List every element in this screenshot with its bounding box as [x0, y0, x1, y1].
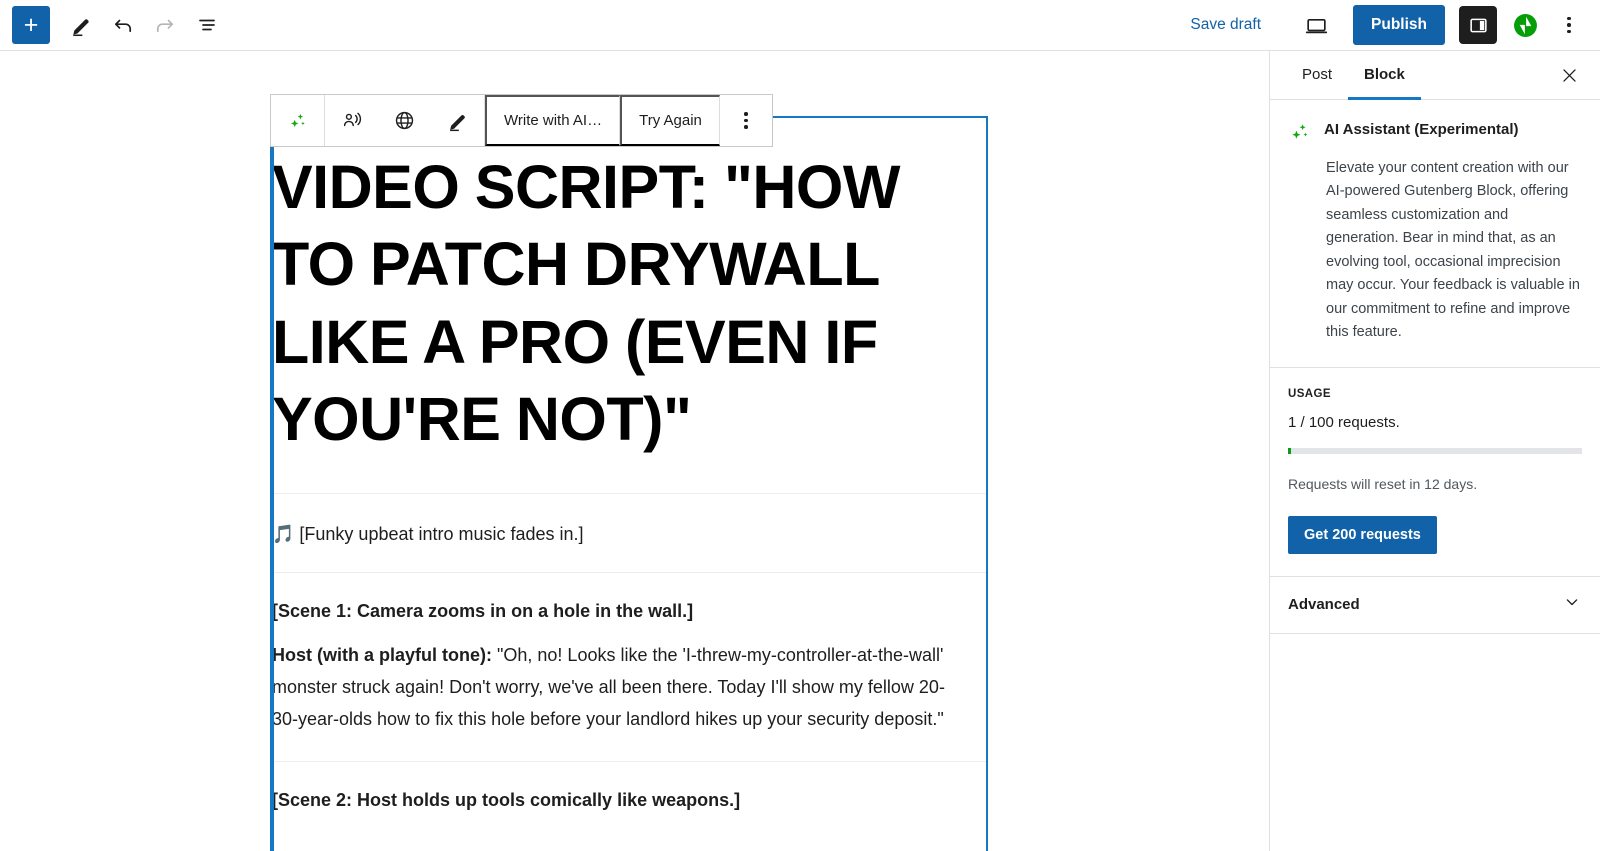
tools-pencil-icon[interactable]	[60, 5, 102, 45]
ai-assistant-header: AI Assistant (Experimental)	[1288, 120, 1582, 149]
list-view-icon[interactable]	[186, 5, 228, 45]
usage-panel: USAGE 1 / 100 requests. Requests will re…	[1270, 368, 1600, 577]
get-requests-button[interactable]: Get 200 requests	[1288, 515, 1437, 554]
more-options-menu-icon[interactable]	[1550, 6, 1588, 44]
try-again-button[interactable]: Try Again	[620, 95, 720, 146]
usage-count: 1 / 100 requests.	[1288, 413, 1400, 431]
publish-button[interactable]: Publish	[1353, 5, 1445, 45]
editor-top-bar: + Save draft Publish	[0, 0, 1600, 51]
host-dialogue-paragraph[interactable]: Host (with a playful tone): "Oh, no! Loo…	[272, 631, 986, 761]
usage-progress-fill	[1288, 447, 1291, 454]
host-label: Host (with a playful tone):	[272, 644, 492, 665]
sparkles-icon[interactable]	[271, 95, 324, 146]
close-sidebar-icon[interactable]	[1552, 58, 1586, 92]
block-toolbar-transform-group	[325, 95, 485, 146]
settings-sidebar: Post Block AI Assistant (Experimental) E…	[1269, 51, 1600, 851]
advanced-label: Advanced	[1288, 596, 1360, 614]
settings-sidebar-toggle[interactable]	[1459, 6, 1497, 44]
editor-canvas: Write with AI… Try Again VIDEO SCRIPT: "…	[0, 51, 1269, 851]
ai-assistant-panel: AI Assistant (Experimental) Elevate your…	[1270, 100, 1600, 368]
usage-reset-note: Requests will reset in 12 days.	[1288, 475, 1478, 492]
top-bar-right-tools: Save draft Publish	[1180, 5, 1600, 45]
ai-assistant-block[interactable]: VIDEO SCRIPT: "HOW TO PATCH DRYWALL LIKE…	[270, 116, 988, 851]
post-title-heading[interactable]: VIDEO SCRIPT: "HOW TO PATCH DRYWALL LIKE…	[272, 118, 986, 493]
block-toolbar-ai-group	[271, 95, 325, 146]
tab-block[interactable]: Block	[1348, 51, 1421, 100]
desktop-preview-icon[interactable]	[1297, 6, 1335, 44]
globe-icon[interactable]	[378, 95, 431, 146]
scene-2-paragraph[interactable]: [Scene 2: Host holds up tools comically …	[272, 762, 986, 820]
chevron-down-icon	[1562, 592, 1582, 617]
ai-block-content: VIDEO SCRIPT: "HOW TO PATCH DRYWALL LIKE…	[272, 118, 986, 820]
block-more-options-icon[interactable]	[720, 95, 772, 146]
jetpack-icon[interactable]	[1513, 13, 1538, 38]
sparkles-icon	[1288, 120, 1312, 149]
block-selection-bar	[272, 118, 274, 851]
music-cue-paragraph[interactable]: 🎵 [Funky upbeat intro music fades in.]	[272, 494, 986, 572]
block-toolbar: Write with AI… Try Again	[270, 94, 773, 147]
redo-icon	[144, 5, 186, 45]
ai-assistant-description: Elevate your content creation with our A…	[1326, 160, 1580, 341]
improve-pencil-icon[interactable]	[431, 95, 484, 146]
person-speaking-icon[interactable]	[325, 95, 378, 146]
top-bar-left-tools: +	[0, 5, 228, 45]
scene-1-text: [Scene 1: Camera zooms in on a hole in t…	[272, 600, 694, 621]
add-block-button[interactable]: +	[12, 6, 50, 44]
write-with-ai-button[interactable]: Write with AI…	[485, 95, 621, 146]
usage-progress-bar	[1288, 447, 1582, 454]
ai-assistant-title: AI Assistant (Experimental)	[1324, 121, 1519, 138]
sidebar-tabs: Post Block	[1270, 51, 1600, 100]
advanced-panel-toggle[interactable]: Advanced	[1270, 577, 1600, 634]
save-draft-button[interactable]: Save draft	[1180, 10, 1271, 40]
undo-icon[interactable]	[102, 5, 144, 45]
usage-label: USAGE	[1288, 387, 1331, 400]
tab-post[interactable]: Post	[1286, 51, 1348, 100]
scene-2-text: [Scene 2: Host holds up tools comically …	[272, 790, 741, 811]
scene-1-paragraph[interactable]: [Scene 1: Camera zooms in on a hole in t…	[272, 573, 986, 631]
